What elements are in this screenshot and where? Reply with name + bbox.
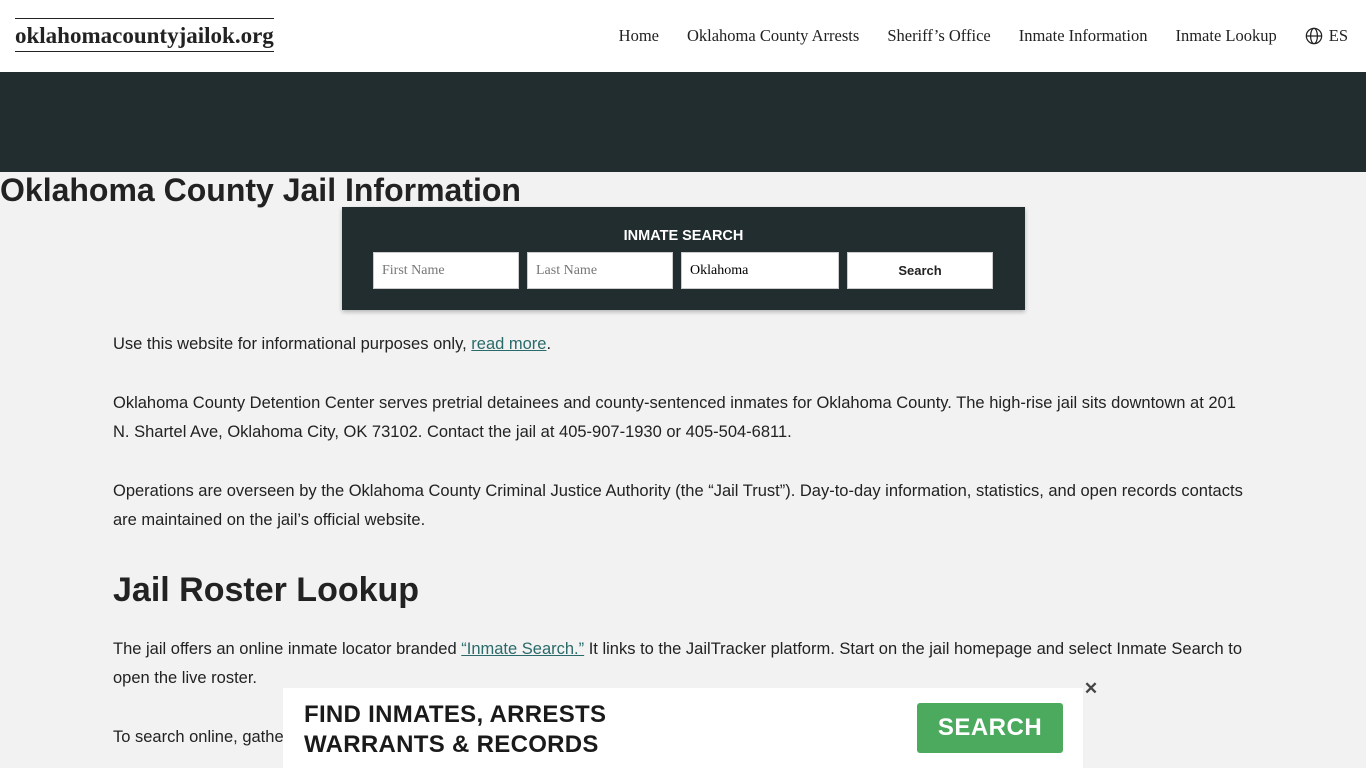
read-more-link[interactable]: read more (471, 335, 546, 353)
language-label: ES (1328, 26, 1348, 45)
nav-home[interactable]: Home (619, 26, 659, 46)
nav-sheriffs-office[interactable]: Sheriff’s Office (887, 26, 990, 46)
site-logo[interactable]: oklahomacountyjailok.org (15, 18, 274, 52)
top-header: oklahomacountyjailok.org Home Oklahoma C… (0, 0, 1366, 72)
search-panel-title: INMATE SEARCH (623, 228, 744, 244)
inmate-search-panel: INMATE SEARCH Search (342, 207, 1025, 310)
page-title: Oklahoma County Jail Information (0, 172, 521, 208)
language-switcher[interactable]: ES (1305, 26, 1348, 46)
jail-roster-heading: Jail Roster Lookup (113, 571, 420, 609)
jail-description-paragraph: Oklahoma County Detention Center serves … (113, 394, 1236, 441)
hero-banner (0, 72, 1366, 172)
ad-search-button[interactable]: SEARCH (917, 703, 1063, 753)
ad-banner[interactable]: FIND INMATES, ARRESTS WARRANTS & RECORDS… (283, 688, 1083, 768)
disclaimer-paragraph: Use this website for informational purpo… (113, 335, 552, 353)
search-button[interactable]: Search (847, 252, 993, 289)
inmate-search-link[interactable]: “Inmate Search.” (461, 640, 584, 658)
ad-headline: FIND INMATES, ARRESTS WARRANTS & RECORDS (304, 701, 607, 758)
operations-paragraph: Operations are overseen by the Oklahoma … (113, 482, 1243, 529)
county-input[interactable] (681, 252, 839, 289)
nav-inmate-lookup[interactable]: Inmate Lookup (1175, 26, 1276, 46)
nav-oklahoma-county-arrests[interactable]: Oklahoma County Arrests (687, 26, 859, 46)
nav-inmate-information[interactable]: Inmate Information (1019, 26, 1148, 46)
last-name-input[interactable] (527, 252, 673, 289)
globe-icon (1305, 27, 1323, 45)
main-nav: Home Oklahoma County Arrests Sheriff’s O… (591, 26, 1348, 46)
close-icon[interactable]: ✕ (1083, 679, 1099, 699)
first-name-input[interactable] (373, 252, 519, 289)
roster-paragraph: The jail offers an online inmate locator… (113, 640, 1243, 687)
